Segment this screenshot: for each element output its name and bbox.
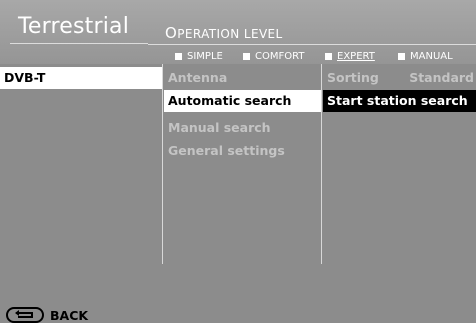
- page-title: Terrestrial: [18, 14, 130, 39]
- menu-column: Antenna Automatic search Manual search G…: [164, 64, 322, 264]
- start-station-search-button[interactable]: Start station search: [323, 90, 476, 112]
- options-column: Sorting Standard Start station search: [323, 64, 476, 264]
- menu-item-general-settings[interactable]: General settings: [164, 140, 321, 162]
- mode-expert-label: EXPERT: [337, 51, 375, 62]
- operation-level-text: PERATION LEVEL: [177, 27, 283, 41]
- mode-simple[interactable]: SIMPLE: [175, 51, 223, 62]
- mode-square-icon: [243, 53, 250, 60]
- sorting-option[interactable]: Sorting Standard: [323, 67, 476, 89]
- menu-item-manual-search[interactable]: Manual search: [164, 117, 321, 139]
- back-button[interactable]: BACK: [6, 307, 88, 323]
- sorting-value: Standard: [409, 70, 474, 85]
- mode-square-icon: [175, 53, 182, 60]
- title-divider: [10, 43, 148, 44]
- mode-square-icon: [325, 53, 332, 60]
- header-bar: Terrestrial OPERATION LEVEL SIMPLE COMFO…: [0, 0, 476, 64]
- mode-manual-label: MANUAL: [410, 51, 453, 62]
- operation-level-divider: [148, 44, 476, 45]
- mode-manual[interactable]: MANUAL: [398, 51, 453, 62]
- operation-level-label: OPERATION LEVEL: [165, 24, 283, 42]
- mode-square-icon: [398, 53, 405, 60]
- menu-item-automatic-search[interactable]: Automatic search: [164, 90, 321, 112]
- source-column: DVB-T BACK: [0, 64, 163, 323]
- menu-item-antenna[interactable]: Antenna: [164, 67, 321, 89]
- back-arrow-icon: [6, 307, 44, 323]
- mode-expert[interactable]: EXPERT: [325, 51, 375, 62]
- mode-comfort-label: COMFORT: [255, 51, 305, 62]
- sorting-label: Sorting: [327, 70, 379, 85]
- mode-simple-label: SIMPLE: [187, 51, 223, 62]
- back-label: BACK: [50, 307, 89, 323]
- mode-comfort[interactable]: COMFORT: [243, 51, 304, 62]
- menu-item-dvb-t[interactable]: DVB-T: [0, 67, 162, 89]
- operation-level-initial: O: [165, 24, 178, 42]
